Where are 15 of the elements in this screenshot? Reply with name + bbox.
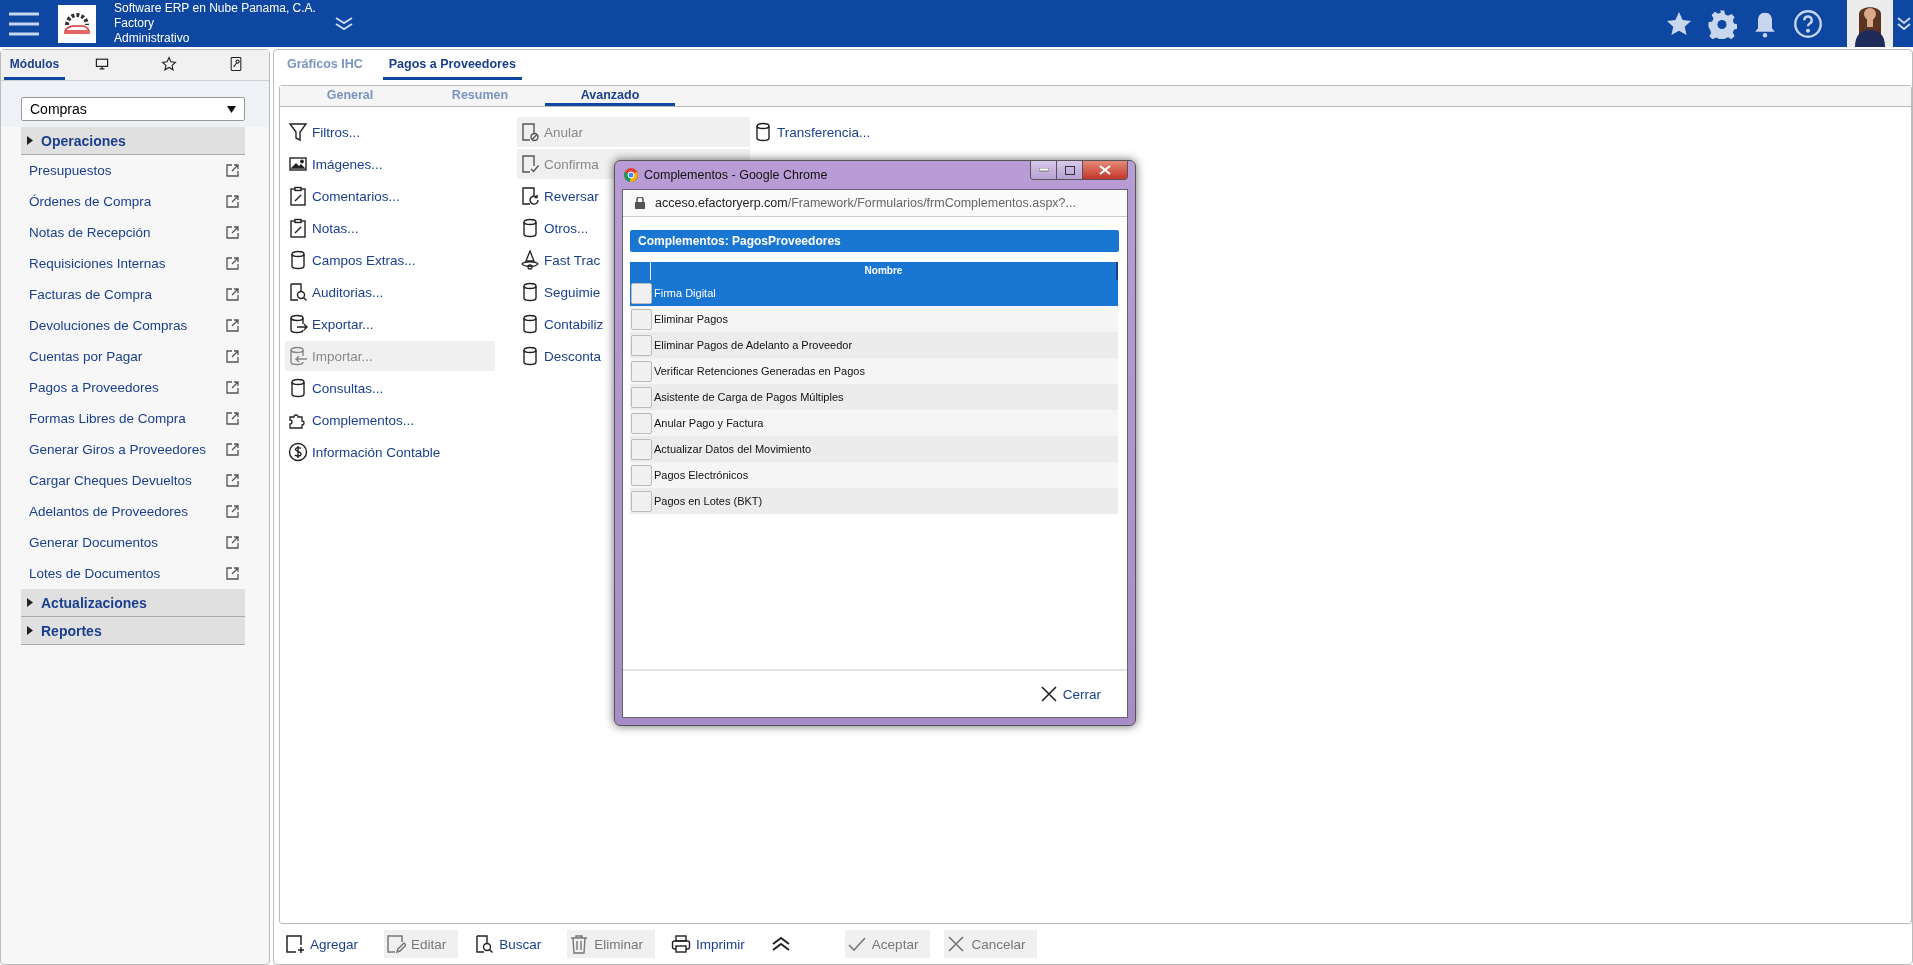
table-cell: Eliminar Pagos: [654, 313, 728, 325]
user-role: Administrativo: [114, 31, 191, 46]
table-cell: Pagos en Lotes (BKT): [654, 495, 763, 507]
table-cell: Anular Pago y Factura: [654, 417, 764, 429]
table-cell: Eliminar Pagos de Adelanto a Proveedor: [654, 339, 853, 351]
table-cell: Asistente de Carga de Pagos Múltiples: [654, 391, 844, 403]
table-cell: Verificar Retenciones Generadas en Pagos: [654, 365, 865, 377]
product-name: Factory: [114, 16, 155, 31]
window-title: Complementos - Google Chrome: [644, 168, 828, 182]
company-name: Software ERP en Nube Panama, C.A.: [114, 1, 316, 16]
table-cell: Pagos Electrónicos: [654, 469, 749, 481]
table-cell: Firma Digital: [654, 287, 716, 299]
table-cell: Actualizar Datos del Movimiento: [654, 443, 812, 455]
panel-heading: Complementos: PagosProveedores: [630, 230, 1119, 252]
url-text: acceso.efactoryerp.com/Framework/Formularios/frmComplementos.aspx?...: [655, 196, 1076, 210]
